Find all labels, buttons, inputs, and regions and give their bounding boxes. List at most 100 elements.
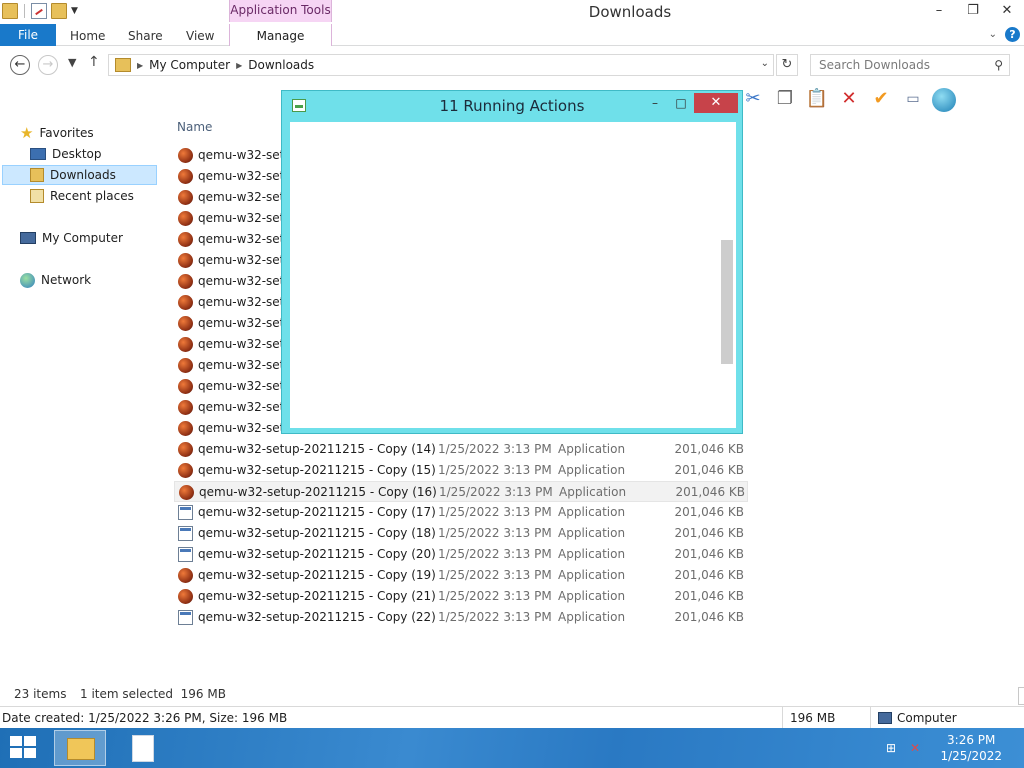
file-name: qemu-w32-setup-20211215 - Copy (22) [198,610,436,624]
nav-network[interactable]: Network [20,270,91,290]
dialog-content [290,122,736,428]
nav-downloads[interactable]: Downloads [2,165,157,185]
tab-manage[interactable]: Manage [229,24,332,46]
start-button[interactable] [10,736,38,760]
window-title: Downloads [588,3,672,21]
nav-my-computer[interactable]: My Computer [20,228,123,248]
taskbar-file-explorer[interactable] [54,730,106,766]
clock[interactable]: 3:26 PM 1/25/2022 [940,732,1002,764]
qat-customize-chevron-down-icon[interactable]: ▼ [71,6,78,16]
column-header-name[interactable]: Name [177,120,212,134]
volume-muted-icon[interactable]: ✕ [910,741,926,755]
tab-view[interactable]: View [186,24,214,46]
address-history-chevron-down-icon[interactable]: ⌄ [761,58,769,69]
new-folder-icon[interactable] [51,3,67,19]
computer-icon [20,232,36,244]
rename-icon[interactable]: ▭ [900,86,926,112]
application-icon [178,505,193,520]
file-size: 201,046 KB [674,568,744,582]
clock-time: 3:26 PM [947,733,996,747]
tab-home[interactable]: Home [70,24,105,46]
copy-icon[interactable]: ❐ [772,86,798,112]
file-type: Application [558,463,626,477]
qemu-app-icon [178,421,193,436]
file-size: 201,046 KB [674,610,744,624]
delete-icon[interactable]: ✕ [836,86,862,112]
desktop-icon [30,148,46,160]
details-bar: Date created: 1/25/2022 3:26 PM, Size: 1… [0,706,1024,729]
file-row[interactable]: qemu-w32-setup-20211215 - Copy (14) 1/25/… [174,439,748,460]
file-name: qemu-w32-setup-20211215 - Copy (19) [198,568,436,582]
tab-share[interactable]: Share [128,24,163,46]
file-row[interactable]: qemu-w32-setup-20211215 - Copy (16) 1/25/… [174,481,748,502]
restore-button[interactable]: ❐ [956,0,990,22]
nav-favorites[interactable]: ★ Favorites [20,123,94,143]
file-date: 1/25/2022 3:13 PM [438,463,552,477]
nav-desktop[interactable]: Desktop [30,144,102,164]
network-icon [20,272,35,288]
computer-zone-icon [878,712,892,724]
minimize-button[interactable]: – [922,0,956,22]
file-row[interactable]: qemu-w32-setup-20211215 - Copy (19) 1/25/… [174,565,748,586]
help-icon[interactable]: ? [1005,27,1020,42]
recent-locations-chevron-down-icon[interactable]: ▼ [68,56,76,69]
file-row[interactable]: qemu-w32-setup-20211215 - Copy (15) 1/25/… [174,460,748,481]
file-name: qemu-w32-setup-20211215 - Copy (21) [198,589,436,603]
dialog-maximize-button[interactable]: □ [668,94,694,114]
system-tray: ⊞ ✕ 3:26 PM 1/25/2022 [884,728,1024,768]
file-name: qemu-w32-setup-20211215 - Copy (14) [198,442,436,456]
refresh-button[interactable]: ↻ [776,54,798,76]
taskbar: ⊞ ✕ 3:26 PM 1/25/2022 [0,728,1024,768]
properties-icon[interactable] [31,3,47,19]
search-input[interactable]: Search Downloads ⚲ [810,54,1010,76]
checkmark-icon[interactable]: ✔ [868,86,894,112]
running-actions-dialog: 11 Running Actions – □ ✕ [281,90,743,434]
close-button[interactable]: ✕ [990,0,1024,22]
app-icon [292,99,306,112]
dialog-close-button[interactable]: ✕ [694,93,738,113]
address-bar[interactable]: ▶ My Computer ▶ Downloads ⌄ [108,54,774,76]
breadcrumb-chevron-right-icon[interactable]: ▶ [236,61,242,70]
breadcrumb-my-computer[interactable]: My Computer [149,58,230,72]
dialog-minimize-button[interactable]: – [642,94,668,114]
large-icons-view-icon[interactable] [1018,687,1024,705]
qemu-app-icon [178,316,193,331]
tab-file[interactable]: File [0,24,56,46]
forward-button[interactable]: → [38,55,58,75]
file-name: qemu-w32-setu [198,211,292,225]
windows-logo-icon [24,748,36,758]
qemu-app-icon [178,295,193,310]
file-row[interactable]: qemu-w32-setup-20211215 - Copy (18) 1/25/… [174,523,748,544]
back-button[interactable]: ← [10,55,30,75]
qemu-app-icon [178,463,193,478]
file-row[interactable]: qemu-w32-setup-20211215 - Copy (20) 1/25/… [174,544,748,565]
file-name: qemu-w32-setu [198,232,292,246]
expand-ribbon-chevron-down-icon[interactable]: ⌄ [989,29,997,40]
file-name: qemu-w32-setup-20211215 - Copy (18) [198,526,436,540]
file-row[interactable]: qemu-w32-setup-20211215 - Copy (17) 1/25/… [174,502,748,523]
title-bar: ▼ Application Tools Downloads – ❐ ✕ [0,0,1024,24]
windows-logo-icon [24,736,36,746]
network-tray-icon[interactable]: ⊞ [886,741,902,755]
cut-icon[interactable]: ✂ [740,86,766,112]
file-row[interactable]: qemu-w32-setup-20211215 - Copy (22) 1/25/… [174,607,748,628]
search-icon[interactable]: ⚲ [994,55,1003,75]
breadcrumb-chevron-right-icon[interactable]: ▶ [137,61,143,70]
qat-separator [24,4,25,18]
selection-summary: 1 item selected 196 MB [80,687,226,701]
taskbar-document[interactable] [118,730,170,766]
file-type: Application [558,568,626,582]
status-divider [782,707,783,729]
quick-access-toolbar: ▼ [2,3,78,19]
file-row[interactable]: qemu-w32-setup-20211215 - Copy (21) 1/25/… [174,586,748,607]
globe-icon[interactable] [932,87,956,112]
qemu-app-icon [178,274,193,289]
dialog-scrollbar[interactable] [718,138,734,366]
downloads-location-icon [115,58,131,72]
file-name: qemu-w32-setup-20211215 - Copy (20) [198,547,436,561]
scrollbar-thumb[interactable] [721,240,733,364]
up-arrow-icon[interactable]: ↑ [88,54,100,70]
paste-icon[interactable]: 📋 [804,86,830,112]
breadcrumb-downloads[interactable]: Downloads [248,58,314,72]
nav-recent-places[interactable]: Recent places [30,186,134,206]
